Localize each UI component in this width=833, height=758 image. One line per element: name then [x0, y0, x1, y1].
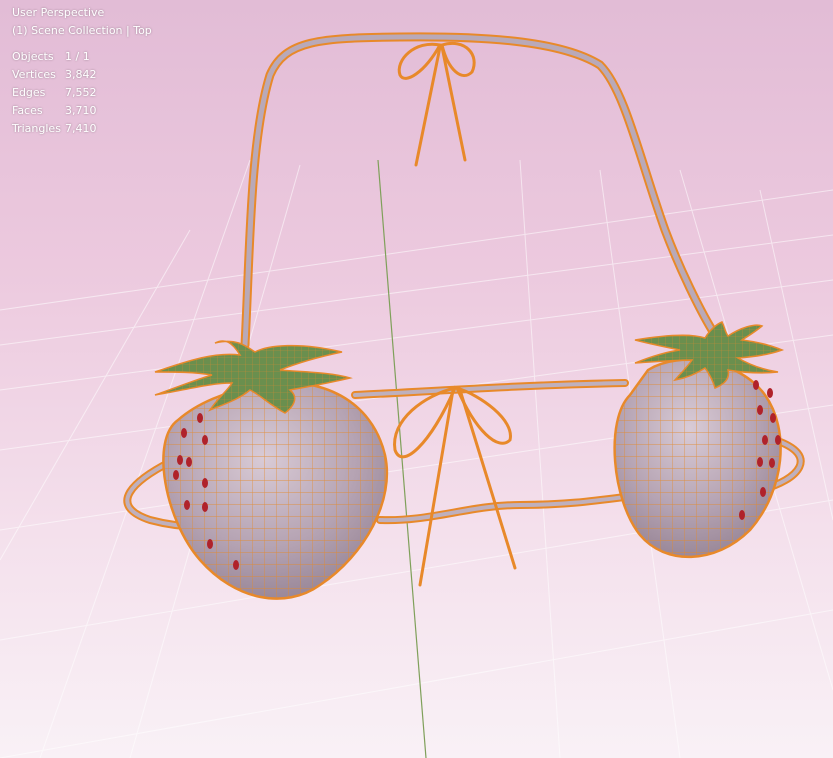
- stat-value: 7,552: [65, 86, 97, 99]
- center-bow[interactable]: [393, 385, 517, 587]
- stat-row-vertices: Vertices 3,842: [12, 66, 152, 84]
- collection-path: (1) Scene Collection | Top: [12, 24, 152, 37]
- stat-value: 3,710: [65, 104, 97, 117]
- stat-value: 7,410: [65, 122, 97, 135]
- neck-strap[interactable]: [240, 32, 717, 350]
- stat-label: Edges: [12, 86, 46, 99]
- 3d-viewport[interactable]: User Perspective (1) Scene Collection | …: [0, 0, 833, 758]
- stat-label: Triangles: [12, 122, 61, 135]
- viewport-info-overlay: User Perspective (1) Scene Collection | …: [12, 4, 152, 138]
- neck-bow[interactable]: [397, 42, 476, 167]
- stat-row-triangles: Triangles 7,410: [12, 120, 152, 138]
- stat-label: Vertices: [12, 68, 56, 81]
- stat-label: Objects: [12, 50, 54, 63]
- stat-value: 3,842: [65, 68, 97, 81]
- statistics-panel: Objects 1 / 1 Vertices 3,842 Edges 7,552…: [12, 48, 152, 138]
- stat-label: Faces: [12, 104, 43, 117]
- stat-row-objects: Objects 1 / 1: [12, 48, 152, 66]
- right-strawberry-cup[interactable]: [600, 350, 800, 570]
- stat-row-faces: Faces 3,710: [12, 102, 152, 120]
- stat-value: 1 / 1: [65, 50, 90, 63]
- stat-row-edges: Edges 7,552: [12, 84, 152, 102]
- view-name: User Perspective: [12, 6, 105, 19]
